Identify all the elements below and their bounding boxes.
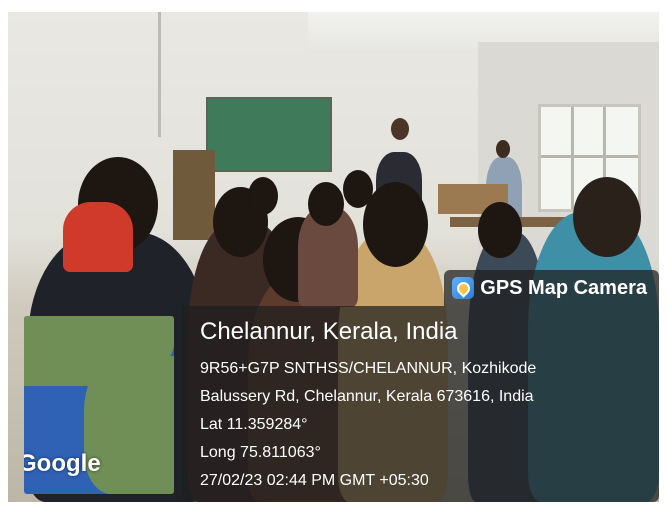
address-line-1: 9R56+G7P SNTHSS/CHELANNUR, Kozhikode: [200, 360, 537, 377]
location-text-box: Chelannur, Kerala, India 9R56+G7P SNTHSS…: [182, 306, 659, 502]
app-name: GPS Map Camera: [480, 276, 647, 299]
student-head: [478, 202, 522, 258]
location-title: Chelannur, Kerala, India: [200, 318, 458, 345]
timestamp: 27/02/23 02:44 PM GMT +05:30: [200, 472, 429, 489]
gps-map-camera-header: GPS Map Camera: [444, 270, 659, 306]
google-logo: Google: [24, 450, 101, 477]
student-head: [363, 182, 428, 267]
map-thumbnail: Google: [24, 316, 174, 494]
gps-map-camera-icon: [452, 277, 475, 299]
door: [173, 150, 215, 240]
student-head: [573, 177, 641, 257]
address-line-2: Balussery Rd, Chelannur, Kerala 673616, …: [200, 388, 534, 405]
speaker-head: [391, 118, 409, 140]
chalkboard: [206, 97, 332, 172]
student-head: [308, 182, 344, 226]
location-info-panel: Google Chelannur, Kerala, India 9R56+G7P…: [20, 306, 659, 502]
student-head: [343, 170, 373, 208]
latitude: Lat 11.359284°: [200, 416, 308, 433]
student-head: [248, 177, 278, 215]
student: [63, 202, 133, 272]
photo-frame: GPS Map Camera Google Chelannur, Kerala,…: [0, 0, 667, 508]
longitude: Long 75.811063°: [200, 444, 321, 461]
standing-woman-head: [496, 140, 510, 158]
wall-pipe: [158, 12, 161, 137]
